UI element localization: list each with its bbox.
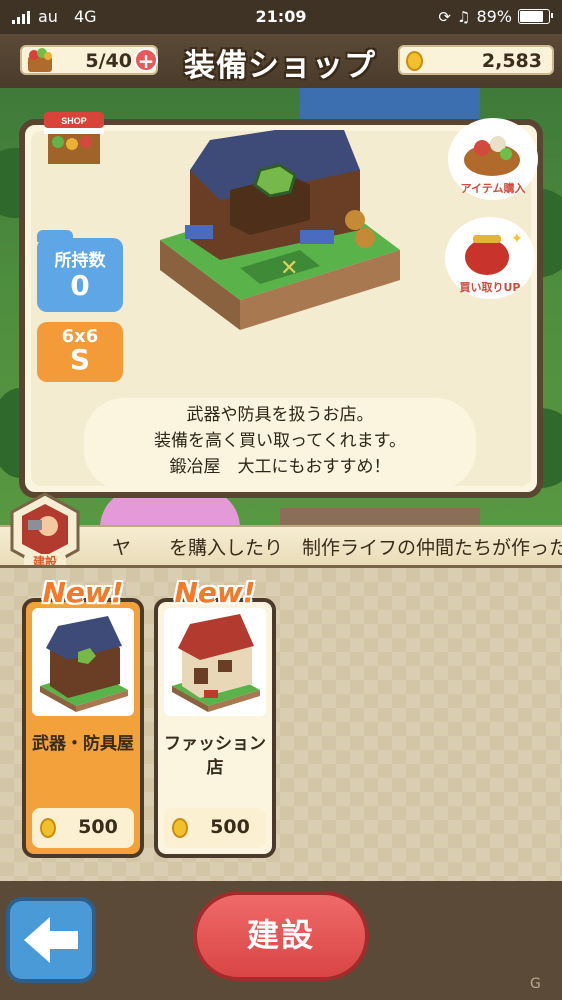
building-description: 武器や防具を扱うお店。 装備を高く買い取ってくれます。 鍛冶屋 大工にもおすすめ… <box>84 398 476 490</box>
coin-icon <box>40 818 56 838</box>
back-arrow-icon <box>24 917 78 963</box>
owned-count-box: 所持数 0 <box>37 230 123 312</box>
ticker-text: ヤ を購入したり 制作ライフの仲間たちが作ったア <box>112 537 562 559</box>
size-rank-box: 6x6 S <box>37 322 123 382</box>
card-price: 500 <box>164 808 266 848</box>
footer: 建設 G <box>0 881 562 1000</box>
basket-icon <box>28 48 52 72</box>
page-title: 装備ショップ <box>184 48 376 84</box>
description-line-1: 武器や防具を扱うお店。 <box>186 405 374 425</box>
watermark-logo: G <box>530 976 541 992</box>
coin-icon <box>172 818 188 838</box>
card-name-line-2: 店 <box>206 758 224 778</box>
gold-counter: 2,583 <box>398 45 554 75</box>
card-name-line-1: ファッション <box>164 734 266 754</box>
card-name: ファッション 店 <box>158 732 272 780</box>
inventory-counter[interactable]: 5/40 + <box>20 45 158 75</box>
build-button[interactable]: 建設 <box>193 891 369 981</box>
building-card-fashion-shop[interactable]: New! ファッション 店 500 <box>154 576 276 858</box>
fashion-shop-thumbnail <box>164 608 266 716</box>
description-line-3: 鍛冶屋 大工にもおすすめ！ <box>169 457 391 477</box>
new-badge: New! <box>42 576 124 609</box>
weapon-shop-thumbnail <box>32 608 134 716</box>
sell-up-caption: 買い取りUP <box>459 281 521 294</box>
building-card-weapon-shop[interactable]: New! 武器・防具屋 500 <box>22 576 144 858</box>
card-name: 武器・防具屋 <box>32 734 134 754</box>
svg-text:SHOP: SHOP <box>61 116 87 126</box>
rotation-lock-icon: ⟳ <box>438 7 451 26</box>
owned-value: 0 <box>70 269 90 302</box>
building-list: New! 武器・防具屋 500 New! ファッション 店 500 <box>0 565 562 884</box>
item-purchase-bubble: アイテム購入 <box>448 118 538 200</box>
back-button[interactable] <box>6 897 96 983</box>
builder-icon: 建設 <box>10 492 80 570</box>
news-ticker: ヤ を購入したり 制作ライフの仲間たちが作ったア <box>0 525 562 567</box>
description-line-2: 装備を高く買い取ってくれます。 <box>154 431 406 451</box>
status-bar: au 4G 21:09 ⟳ ♫ 89% <box>0 0 562 34</box>
new-badge: New! <box>174 576 256 609</box>
sell-up-bubble: ✦ 買い取りUP <box>445 217 535 299</box>
owned-label: 所持数 <box>54 251 106 271</box>
svg-text:✕: ✕ <box>280 256 298 281</box>
build-mode-badge: 建設 <box>8 492 82 572</box>
coin-icon <box>406 51 423 71</box>
headphones-icon: ♫ <box>456 7 471 26</box>
plus-icon[interactable]: + <box>134 48 158 73</box>
shop-sign-icon: SHOP <box>44 112 104 164</box>
card-price: 500 <box>32 808 134 848</box>
battery-percent: 89% <box>476 7 512 26</box>
inventory-value: 5/40 <box>85 50 132 72</box>
building-rank: S <box>69 343 91 376</box>
svg-text:✦: ✦ <box>511 231 523 247</box>
card-price-value: 500 <box>78 816 118 838</box>
header: 5/40 + 装備ショップ 2,583 <box>0 34 562 88</box>
weapon-shop-illustration: ✕ <box>160 130 400 330</box>
battery-icon <box>518 9 553 24</box>
gold-value: 2,583 <box>481 50 542 72</box>
card-price-value: 500 <box>210 816 250 838</box>
item-purchase-caption: アイテム購入 <box>460 182 526 195</box>
